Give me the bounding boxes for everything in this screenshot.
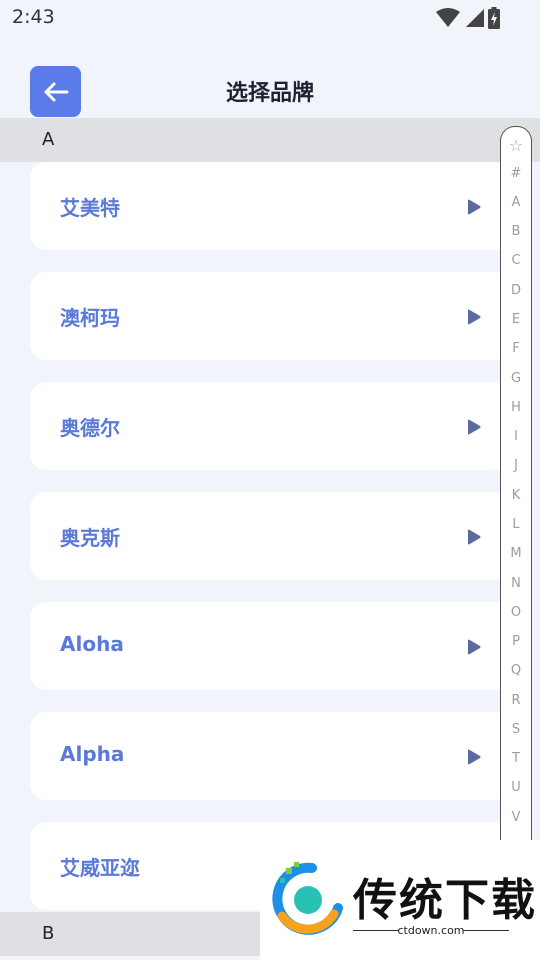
status-time: 2:43 [12,6,55,28]
brand-name: 艾美特 [60,196,120,220]
index-item[interactable]: M [501,546,531,561]
watermark-logo-icon [272,862,343,935]
index-item[interactable]: H [501,400,531,415]
status-bar: 2:43 [0,0,540,38]
signal-icon [466,9,484,27]
section-letter: A [42,129,55,150]
index-item[interactable]: F [501,341,531,356]
index-item[interactable]: S [501,722,531,737]
brand-name: Aloha [60,632,124,656]
header-bar: 选择品牌 [0,58,540,120]
index-item[interactable]: # [501,166,531,181]
play-triangle-icon [468,639,481,655]
brand-name: 艾威亚迩 [60,856,140,880]
index-item[interactable]: V [501,810,531,825]
alphabet-index-bar[interactable]: ☆ # A B C D E F G H I J K L M N O P Q R … [500,126,532,868]
index-item[interactable]: O [501,605,531,620]
index-item[interactable]: Q [501,663,531,678]
index-item[interactable]: U [501,780,531,795]
brand-item[interactable]: 奥德尔 [30,382,510,470]
play-triangle-icon [468,749,481,765]
brand-name: 奥德尔 [60,416,120,440]
index-item[interactable]: B [501,224,531,239]
index-item[interactable]: E [501,312,531,327]
wifi-icon [436,8,460,27]
play-triangle-icon [468,199,481,215]
play-triangle-icon [468,419,481,435]
brand-item[interactable]: Aloha [30,602,510,690]
watermark-divider [463,930,509,931]
brand-item[interactable]: 奥克斯 [30,492,510,580]
index-item[interactable]: J [501,458,531,473]
index-item[interactable]: C [501,253,531,268]
brand-item[interactable]: 艾美特 [30,162,510,250]
play-triangle-icon [468,529,481,545]
page-title: 选择品牌 [225,81,314,106]
index-item[interactable]: N [501,576,531,591]
battery-icon [488,7,500,29]
index-item[interactable]: L [501,517,531,532]
index-item[interactable]: A [501,195,531,210]
index-item[interactable]: T [501,751,531,766]
index-item[interactable]: P [501,634,531,649]
status-icons [436,7,500,29]
section-header-a: A [0,118,540,162]
section-letter: B [42,923,55,944]
brand-name: 奥克斯 [60,526,120,550]
play-triangle-icon [468,309,481,325]
index-item[interactable]: D [501,283,531,298]
index-item[interactable]: R [501,693,531,708]
brand-name: 澳柯玛 [60,306,120,330]
index-item[interactable]: G [501,371,531,386]
index-item[interactable]: K [501,488,531,503]
index-item-favorites[interactable]: ☆ [501,136,531,155]
brand-item[interactable]: 澳柯玛 [30,272,510,360]
watermark-name: 传统下载 [353,875,537,926]
index-item[interactable]: I [501,429,531,444]
watermark: 传统下载 ctdown.com [260,840,540,960]
brand-item[interactable]: Alpha [30,712,510,800]
brand-name: Alpha [60,742,125,766]
